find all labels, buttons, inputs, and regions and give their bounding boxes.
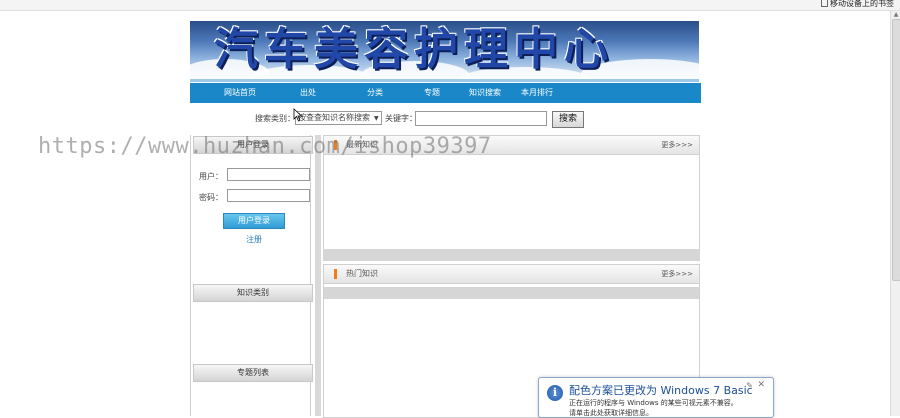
mobile-bookmarks-link[interactable]: 移动设备上的书签 xyxy=(821,0,894,9)
keyword-input[interactable] xyxy=(415,111,547,126)
bookmark-folder-icon xyxy=(821,0,828,7)
password-label: 密码： xyxy=(199,193,223,202)
column-divider xyxy=(315,135,321,416)
site-banner: 汽车美容护理中心 xyxy=(190,21,699,79)
scroll-up-icon[interactable]: ▲ xyxy=(892,11,900,18)
more-link[interactable]: 更多>>> xyxy=(661,265,693,283)
browser-toolbar: 移动设备上的书签 xyxy=(0,0,900,11)
close-icon[interactable]: ✕ xyxy=(757,380,765,390)
banner-title: 汽车美容护理中心 xyxy=(214,24,614,75)
panel-title: 热门知识 xyxy=(346,269,378,278)
system-notification[interactable]: i 配色方案已更改为 Windows 7 Basic ✎ ✕ 正在运行的程序与 … xyxy=(538,377,774,418)
panel-header: 热门知识 更多>>> xyxy=(324,265,699,284)
mobile-bookmarks-label: 移动设备上的书签 xyxy=(830,0,894,8)
watermark-text: https://www.huzhan.com/ishop39397 xyxy=(38,134,492,159)
search-category-select[interactable]: 按查查知识名称搜索 ▼ xyxy=(295,111,382,125)
username-label: 用户： xyxy=(199,172,223,181)
topics-header: 专题列表 xyxy=(193,364,313,382)
notification-body-line1: 正在运行的程序与 Windows 的某些可视元素不兼容。 xyxy=(569,399,738,407)
notification-title: 配色方案已更改为 Windows 7 Basic xyxy=(569,384,753,397)
orange-bar-icon xyxy=(334,269,337,279)
login-button[interactable]: 用户登录 xyxy=(223,213,285,229)
nav-monthly-rank[interactable]: 本月排行 xyxy=(521,83,553,103)
keyword-label: 关键字： xyxy=(385,114,417,123)
left-sidebar: 用户登录 用户： 密码： 用户登录 注册 知识类别 专题列表 xyxy=(190,135,313,416)
notification-body-line2[interactable]: 请单击此处获取详细信息。 xyxy=(569,408,653,418)
search-category-label: 搜索类别： xyxy=(255,114,295,123)
chevron-down-icon: ▼ xyxy=(374,115,379,122)
search-button[interactable]: 搜索 xyxy=(552,111,584,128)
banner-divider xyxy=(190,79,699,82)
scrollbar-thumb[interactable] xyxy=(892,19,900,281)
info-icon: i xyxy=(547,385,563,401)
main-nav: 网站首页 出处 分类 专题 知识搜索 本月排行 xyxy=(190,83,701,103)
search-category-value: 按查查知识名称搜索 xyxy=(298,113,370,122)
nav-source[interactable]: 出处 xyxy=(300,83,316,103)
nav-topics[interactable]: 专题 xyxy=(424,83,440,103)
vertical-scrollbar[interactable]: ▲ xyxy=(890,11,900,416)
panel-spacer xyxy=(323,249,700,261)
password-field[interactable] xyxy=(227,189,310,202)
panel-subheader-band xyxy=(324,287,699,299)
category-header: 知识类别 xyxy=(193,284,313,302)
nav-home[interactable]: 网站首页 xyxy=(224,83,256,103)
more-link[interactable]: 更多>>> xyxy=(661,136,693,154)
username-field[interactable] xyxy=(227,168,310,181)
pin-icon[interactable]: ✎ xyxy=(746,381,753,390)
nav-category[interactable]: 分类 xyxy=(367,83,383,103)
mouse-cursor-icon xyxy=(293,108,303,122)
nav-search[interactable]: 知识搜索 xyxy=(469,83,501,103)
register-link[interactable]: 注册 xyxy=(246,234,262,245)
